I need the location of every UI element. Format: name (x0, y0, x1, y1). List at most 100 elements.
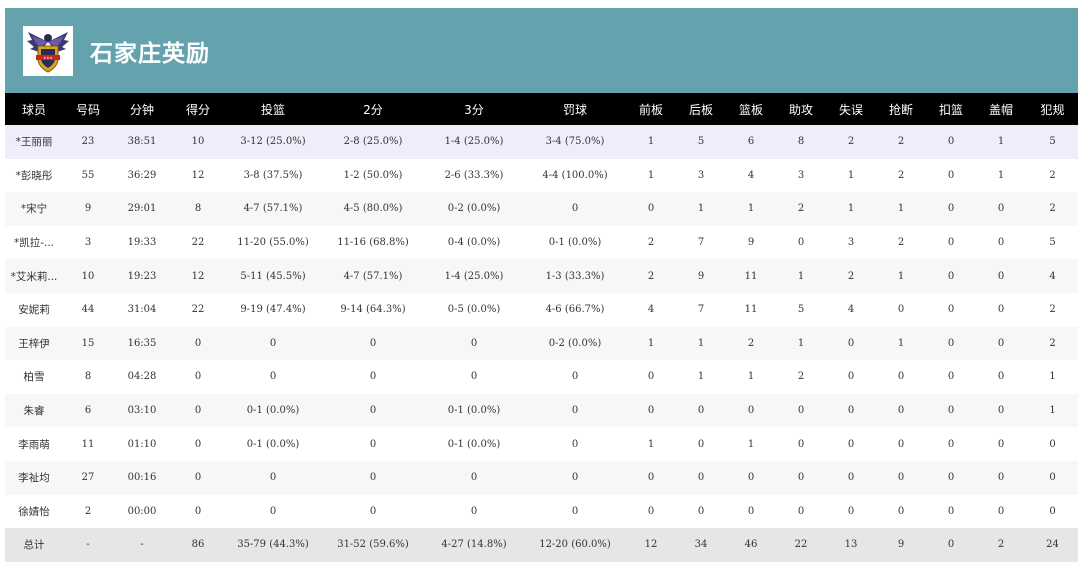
stat-cell: 2 (897, 237, 905, 249)
player-row[interactable]: 李祉均 27 00:16 0 0 0 0 0 0 0 0 0 0 0 0 0 0 (5, 460, 1078, 495)
stat-cell: 2 (1049, 337, 1056, 349)
stat-cell: 7 (697, 237, 705, 249)
column-header[interactable]: 犯规 (1027, 93, 1078, 125)
stat-cell: 1 (747, 371, 755, 383)
total-cell: 22 (794, 539, 808, 551)
column-header[interactable]: 失误 (827, 93, 875, 125)
stat-cell: 0 (847, 472, 855, 484)
stat-cell: 0-1 (0.0%) (246, 438, 300, 450)
total-cell: 13 (844, 539, 858, 551)
stat-cell: 0-2 (0.0%) (447, 203, 501, 215)
table-header-row: 球员 号码 分钟 得分 投篮 2分 3分 罚球 前板 后板 篮板 助攻 失误 抢断 扣篮 盖帽 犯规 (5, 93, 1078, 125)
player-name: *王丽丽 (15, 136, 53, 149)
stat-cell: 0 (897, 438, 905, 450)
stat-cell: 0 (571, 371, 579, 383)
stat-cell: 11 (81, 438, 95, 450)
column-header[interactable]: 投篮 (225, 93, 321, 125)
stat-cell: 0 (997, 237, 1005, 249)
stat-cell: 0 (194, 505, 202, 517)
stat-cell: 3 (697, 169, 705, 181)
column-header[interactable]: 前板 (627, 93, 675, 125)
column-header[interactable]: 号码 (63, 93, 113, 125)
stat-cell: 0-1 (0.0%) (447, 438, 501, 450)
player-row[interactable]: 王梓伊 15 16:35 0 0 0 0 0-2 (0.0%) 1 1 2 1 0 1 0 0 2 (5, 326, 1078, 361)
total-cell: 12 (644, 539, 658, 551)
stat-cell: 38:51 (127, 136, 157, 148)
stat-cell: 2 (897, 169, 905, 181)
column-header[interactable]: 盖帽 (975, 93, 1027, 125)
stat-cell: 2 (647, 237, 655, 249)
stat-cell: 00:16 (127, 472, 157, 484)
stat-cell: 3 (84, 237, 92, 249)
column-header[interactable]: 2分 (321, 93, 425, 125)
player-name: *凯拉-... (13, 237, 55, 250)
stat-cell: 0-1 (0.0%) (246, 405, 300, 417)
stat-cell: 0 (194, 472, 202, 484)
player-row[interactable]: *宋宁 9 29:01 8 4-7 (57.1%) 4-5 (80.0%) 0-2 (0.0… (5, 192, 1078, 226)
stat-cell: 0 (697, 472, 705, 484)
stat-cell: 0 (269, 505, 277, 517)
stat-cell: 3-4 (75.0%) (545, 136, 605, 148)
stat-cell: 1 (1049, 405, 1056, 417)
stat-cell: 0 (470, 505, 478, 517)
stat-cell: 1 (647, 136, 655, 148)
stat-cell: 44 (81, 304, 95, 316)
total-cell: 24 (1046, 539, 1059, 551)
stat-cell: 0 (897, 505, 905, 517)
stat-cell: 12 (191, 169, 205, 181)
team-logo: ★★★ (23, 25, 73, 76)
stat-cell: 2 (897, 136, 905, 148)
stat-cell: 4 (1049, 270, 1056, 282)
stat-cell: 4-7 (57.1%) (343, 270, 403, 282)
stat-cell: 0 (947, 270, 955, 282)
player-row[interactable]: *彭晓彤 55 36:29 12 3-8 (37.5%) 1-2 (50.0%) 2-6 (… (5, 158, 1078, 193)
stat-cell: 0 (897, 371, 905, 383)
total-cell: 46 (744, 539, 758, 551)
stat-cell: 0 (947, 505, 955, 517)
stat-cell: 1-2 (50.0%) (343, 169, 403, 181)
stat-cell: 0 (797, 438, 805, 450)
stats-table: 球员 号码 分钟 得分 投篮 2分 3分 罚球 前板 后板 篮板 助攻 失误 抢断 扣篮 盖帽 犯规 *王丽丽 2… (5, 93, 1078, 562)
team-header: ★★★ 石家庄英励 (5, 8, 1078, 93)
stat-cell: 0 (997, 203, 1005, 215)
stat-cell: 2 (1049, 203, 1056, 215)
column-header[interactable]: 扣篮 (927, 93, 975, 125)
column-header[interactable]: 罚球 (523, 93, 627, 125)
column-header[interactable]: 分钟 (113, 93, 171, 125)
stat-cell: 9-19 (47.4%) (240, 304, 306, 316)
stat-cell: 5-11 (45.5%) (240, 270, 306, 282)
stat-cell: 1 (1049, 371, 1056, 383)
column-header[interactable]: 3分 (425, 93, 523, 125)
stat-cell: 1 (747, 438, 755, 450)
stat-cell: 0 (847, 371, 855, 383)
stat-cell: 12 (191, 270, 205, 282)
player-row[interactable]: 徐婧怡 2 00:00 0 0 0 0 0 0 0 0 0 0 0 0 0 0 (5, 494, 1078, 529)
stat-cell: 19:33 (127, 237, 157, 249)
column-header[interactable]: 得分 (171, 93, 225, 125)
stat-cell: 0 (947, 203, 955, 215)
stat-cell: 0 (947, 371, 955, 383)
stat-cell: 2 (84, 505, 92, 517)
total-cell: 34 (694, 539, 708, 551)
stat-cell: 9 (747, 237, 755, 249)
column-header[interactable]: 篮板 (727, 93, 775, 125)
column-header[interactable]: 球员 (5, 93, 63, 125)
player-row[interactable]: 安妮莉 44 31:04 22 9-19 (47.4%) 9-14 (64.3%) 0-5 … (5, 292, 1078, 327)
player-row[interactable]: *艾米莉... 10 19:23 12 5-11 (45.5%) 4-7 (57.1%) 1… (5, 259, 1078, 293)
stat-cell: 0 (194, 438, 202, 450)
player-row[interactable]: *凯拉-... 3 19:33 22 11-20 (55.0%) 11-16 (68.8%… (5, 225, 1078, 260)
player-row[interactable]: *王丽丽 23 38:51 10 3-12 (25.0%) 2-8 (25.0%) 1-4 … (5, 125, 1078, 159)
stat-cell: 0-5 (0.0%) (447, 304, 501, 316)
stat-cell: 0 (997, 304, 1005, 316)
stat-cell: 23 (81, 136, 95, 148)
stat-cell: 2 (797, 203, 805, 215)
column-header[interactable]: 助攻 (775, 93, 827, 125)
player-row[interactable]: 柏雪 8 04:28 0 0 0 0 0 0 1 1 2 0 0 0 0 1 (5, 360, 1078, 394)
column-header[interactable]: 抢断 (875, 93, 927, 125)
stat-cell: 1 (647, 337, 655, 349)
player-row[interactable]: 朱睿 6 03:10 0 0-1 (0.0%) 0 0-1 (0.0%) 0 0 0 0 0 0 0 0 0 1 (5, 393, 1078, 428)
column-header[interactable]: 后板 (675, 93, 727, 125)
player-row[interactable]: 李雨萌 11 01:10 0 0-1 (0.0%) 0 0-1 (0.0%) 0 1 0 1 0 0 0 0… (5, 427, 1078, 461)
stat-cell: 03:10 (127, 405, 157, 417)
stat-cell: 1 (647, 169, 655, 181)
